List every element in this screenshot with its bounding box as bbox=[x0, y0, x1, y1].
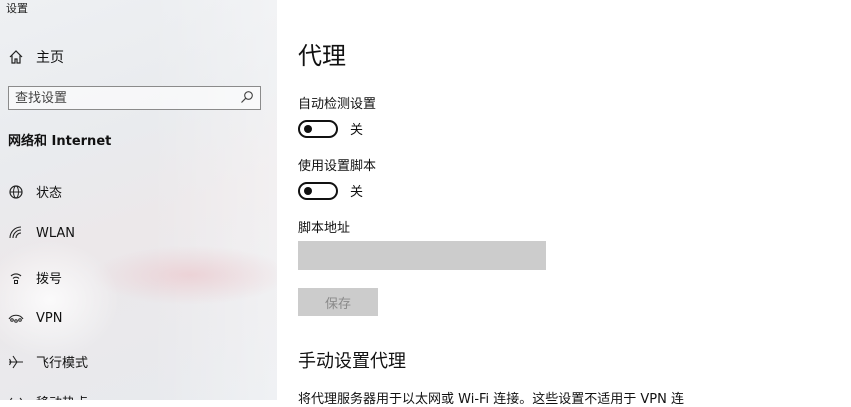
sidebar-item-hotspot[interactable]: 移动热点 bbox=[8, 392, 88, 400]
sidebar-item-label: 拨号 bbox=[36, 272, 63, 287]
sidebar-item-status[interactable]: 状态 bbox=[8, 182, 62, 201]
use-script-state: 关 bbox=[350, 185, 364, 200]
auto-detect-state: 关 bbox=[350, 123, 364, 138]
auto-detect-toggle[interactable] bbox=[298, 119, 338, 138]
manual-proxy-title: 手动设置代理 bbox=[298, 351, 406, 372]
dialup-icon bbox=[8, 270, 24, 286]
save-button[interactable]: 保存 bbox=[298, 288, 378, 316]
sidebar: 设置 主页 网络和 Internet 状态 WLAN 拨号 V bbox=[0, 0, 277, 400]
sidebar-item-airplane[interactable]: 飞行模式 bbox=[8, 352, 88, 371]
sidebar-item-label: 移动热点 bbox=[36, 392, 88, 400]
sidebar-item-label: 状态 bbox=[36, 186, 63, 201]
search-icon[interactable] bbox=[240, 89, 254, 108]
auto-detect-toggle-row: 关 bbox=[298, 119, 363, 138]
script-address-input[interactable] bbox=[298, 241, 546, 270]
page-title: 代理 bbox=[298, 42, 346, 70]
sidebar-item-vpn[interactable]: VPN bbox=[8, 310, 62, 326]
home-nav-item[interactable]: 主页 bbox=[8, 47, 64, 67]
vpn-icon bbox=[8, 310, 24, 326]
use-script-toggle[interactable] bbox=[298, 181, 338, 200]
use-script-toggle-row: 关 bbox=[298, 181, 363, 200]
airplane-icon bbox=[8, 354, 24, 370]
sidebar-item-wlan[interactable]: WLAN bbox=[8, 225, 75, 241]
proxy-settings-panel: 代理 自动检测设置 关 使用设置脚本 关 脚本地址 保存 手动设置代理 将代理服… bbox=[277, 0, 851, 407]
home-icon bbox=[8, 49, 24, 65]
home-label: 主页 bbox=[36, 50, 64, 66]
sidebar-item-label: VPN bbox=[36, 310, 63, 326]
manual-proxy-description: 将代理服务器用于以太网或 Wi-Fi 连接。这些设置不适用于 VPN 连 bbox=[298, 392, 685, 407]
hotspot-icon bbox=[8, 394, 24, 400]
globe-icon bbox=[8, 184, 24, 200]
sidebar-item-label: WLAN bbox=[36, 225, 76, 241]
script-address-label: 脚本地址 bbox=[298, 221, 351, 236]
sidebar-item-label: 飞行模式 bbox=[36, 356, 89, 371]
search-input[interactable] bbox=[15, 90, 215, 106]
wifi-icon bbox=[8, 225, 24, 241]
window-title: 设置 bbox=[6, 2, 28, 15]
auto-detect-label: 自动检测设置 bbox=[298, 97, 377, 112]
section-title: 网络和 Internet bbox=[8, 134, 112, 149]
sidebar-item-dialup[interactable]: 拨号 bbox=[8, 268, 62, 287]
use-script-label: 使用设置脚本 bbox=[298, 159, 377, 174]
search-box[interactable] bbox=[8, 86, 261, 110]
